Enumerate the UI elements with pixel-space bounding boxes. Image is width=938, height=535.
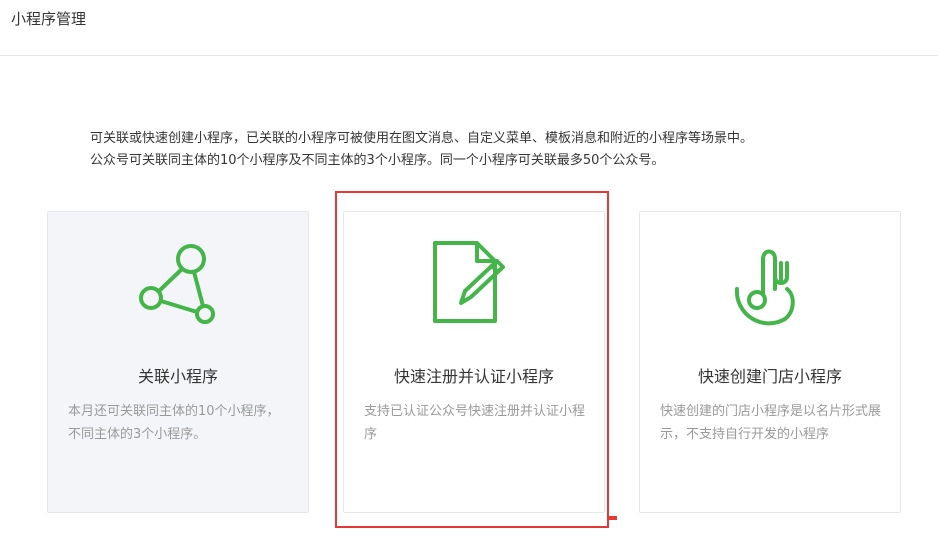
restaurant-fork-icon (721, 237, 821, 337)
card-title: 快速注册并认证小程序 (393, 367, 554, 386)
intro-line-2: 公众号可关联同主体的10个小程序及不同主体的3个小程序。同一个小程序可关联最多5… (90, 153, 665, 168)
card-title: 快速创建门店小程序 (697, 367, 842, 386)
document-pencil-icon (425, 237, 525, 337)
page-title: 小程序管理 (11, 10, 87, 28)
card-description: 支持已认证公众号快速注册并认证小程序 (364, 404, 586, 442)
network-nodes-icon (129, 237, 229, 337)
card-description: 本月还可关联同主体的10个小程序，不同主体的3个小程序。 (68, 404, 280, 442)
highlight-mark (609, 516, 617, 520)
card-link-miniprogram[interactable]: 关联小程序 本月还可关联同主体的10个小程序，不同主体的3个小程序。 (47, 211, 309, 513)
intro-text: 可关联或快速创建小程序，已关联的小程序可被使用在图文消息、自定义菜单、模板消息和… (90, 128, 753, 172)
page-header: 小程序管理 (0, 0, 938, 56)
card-store-miniprogram[interactable]: 快速创建门店小程序 快速创建的门店小程序是以名片形式展示，不支持自行开发的小程序 (639, 211, 901, 513)
card-title: 关联小程序 (137, 367, 218, 386)
card-description: 快速创建的门店小程序是以名片形式展示，不支持自行开发的小程序 (660, 404, 882, 442)
card-quick-register[interactable]: 快速注册并认证小程序 支持已认证公众号快速注册并认证小程序 (343, 211, 605, 513)
intro-line-1: 可关联或快速创建小程序，已关联的小程序可被使用在图文消息、自定义菜单、模板消息和… (90, 131, 754, 146)
